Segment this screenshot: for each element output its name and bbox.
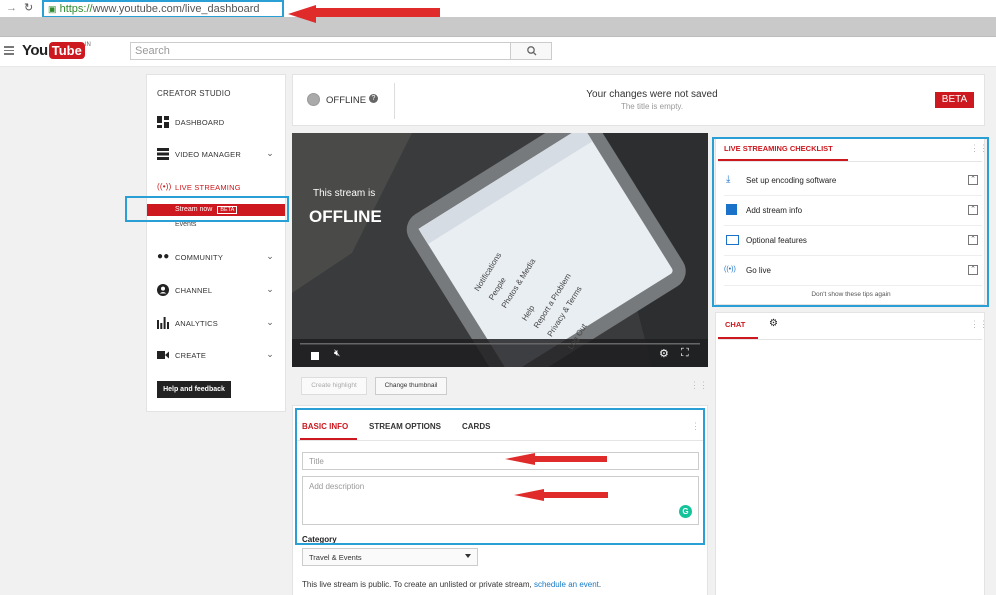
chat-divider [718,339,982,340]
creator-studio-sidebar: CREATOR STUDIO DASHBOARD VIDEO MANAGER ⌄… [146,74,286,412]
save-error-subtitle: The title is empty. [620,102,684,111]
privacy-note-text: This live stream is public. To create an… [302,580,534,589]
url-scheme: https:// [59,3,93,15]
chevron-down-icon[interactable]: ⌄ [266,148,274,159]
create-icon [157,351,169,359]
annotation-box-basic-info [295,408,705,545]
sidebar-item-video-manager[interactable]: VIDEO MANAGER ⌄ [157,148,282,162]
phone-menu-item: Log Out [565,322,589,352]
offline-label: OFFLINE [326,95,367,106]
question-icon[interactable]: ? [369,94,378,103]
change-thumbnail-button[interactable]: Change thumbnail [375,377,447,395]
sidebar-item-label: DASHBOARD [175,118,225,127]
logo-region: IN [84,42,91,48]
annotation-box-checklist [712,137,989,307]
magnifier-icon [527,46,537,56]
chevron-down-icon[interactable]: ⌄ [266,317,274,328]
logo-you: You [22,42,48,59]
offline-indicator-icon [307,93,320,106]
url-path: www.youtube.com/live_dashboard [92,3,260,15]
live-streaming-icon: ((•)) [157,182,172,191]
status-card: OFFLINE ? Your changes were not saved Th… [292,74,985,126]
help-feedback-button[interactable]: Help and feedback [157,381,231,398]
chevron-down-icon[interactable]: ⌄ [266,349,274,360]
browser-bookmark-strip [0,17,996,37]
lock-icon: ▣ [48,4,57,14]
sidebar-heading: CREATOR STUDIO [157,89,231,98]
save-error-title: Your changes were not saved [586,89,718,100]
chevron-down-icon[interactable]: ⌄ [266,284,274,295]
sidebar-item-community[interactable]: ●● COMMUNITY ⌄ [157,251,282,265]
sidebar-item-label: LIVE STREAMING [175,183,241,192]
search-button[interactable] [510,42,552,60]
gear-icon[interactable]: ⚙ [769,318,778,329]
mute-icon[interactable]: 🔇︎ [334,348,340,359]
url-bar[interactable]: ▣ https://www.youtube.com/live_dashboard [42,0,284,18]
sidebar-subitem-events[interactable]: Events [175,221,196,228]
reload-icon[interactable]: ↻ [24,1,33,14]
sidebar-item-channel[interactable]: CHANNEL ⌄ [157,284,282,298]
schedule-event-link[interactable]: schedule an event [534,580,599,589]
channel-icon [157,284,169,296]
sidebar-item-analytics[interactable]: ANALYTICS ⌄ [157,317,282,331]
logo-tube: Tube [48,42,85,59]
sidebar-item-label: CREATE [175,351,207,360]
privacy-note-end: . [598,580,602,589]
drag-handle-icon[interactable]: ⋮⋮ [970,320,988,329]
beta-badge: BETA [935,92,974,108]
tab-chat[interactable]: CHAT [725,320,745,329]
chat-card: CHAT ⚙ ⋮⋮ [715,312,988,595]
sidebar-item-live-streaming[interactable]: ((•)) LIVE STREAMING [157,181,282,195]
search-input[interactable]: Search [130,42,511,60]
sidebar-item-dashboard[interactable]: DASHBOARD [157,116,282,130]
annotation-box-stream-now [125,196,289,222]
analytics-icon [157,317,169,329]
create-highlight-button[interactable]: Create highlight [301,377,367,395]
category-select[interactable]: Travel & Events [302,548,478,566]
sidebar-item-create[interactable]: CREATE ⌄ [157,349,282,363]
youtube-logo[interactable]: You Tube IN [22,42,91,62]
video-player[interactable]: Notifications People Photos & Media Help… [292,133,708,367]
back-arrow-icon[interactable]: → [6,2,17,14]
stop-icon[interactable] [311,352,319,360]
sidebar-item-label: VIDEO MANAGER [175,150,241,159]
chevron-down-icon[interactable]: ⌄ [266,251,274,262]
sidebar-item-label: COMMUNITY [175,253,224,262]
stream-is-label: This stream is [313,188,376,199]
stream-offline-label: OFFLINE [309,207,382,226]
dropdown-caret-icon [465,554,471,558]
community-icon: ●● [157,251,170,262]
fullscreen-icon[interactable]: ⛶ [681,347,689,360]
sidebar-item-label: CHANNEL [175,286,213,295]
category-value: Travel & Events [309,553,362,562]
guide-menu-icon[interactable] [4,46,14,56]
drag-handle-icon[interactable]: ⋮⋮ [690,381,708,390]
video-manager-icon [157,148,169,160]
dashboard-icon [157,116,169,128]
sidebar-item-label: ANALYTICS [175,319,218,328]
gear-icon[interactable]: ⚙ [659,347,669,360]
privacy-note: This live stream is public. To create an… [302,580,601,589]
